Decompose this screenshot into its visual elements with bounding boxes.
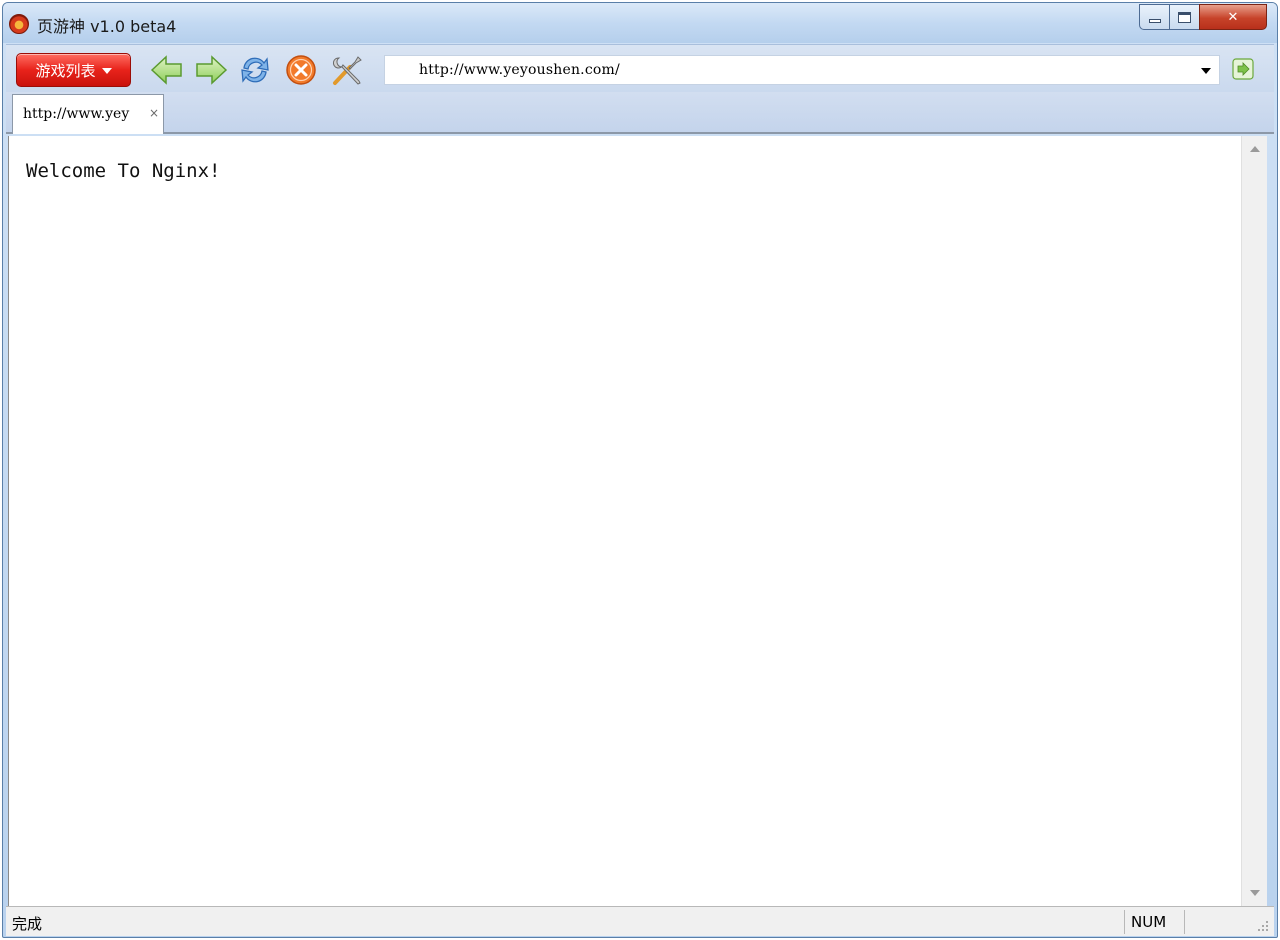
back-arrow-icon[interactable]: [150, 54, 184, 86]
vertical-scrollbar[interactable]: [1241, 136, 1267, 906]
minimize-icon: [1148, 19, 1161, 23]
tools-icon[interactable]: [330, 54, 364, 86]
scroll-up-icon[interactable]: [1250, 146, 1260, 152]
refresh-icon[interactable]: [238, 54, 272, 86]
window-controls: ✕: [1139, 4, 1267, 32]
maximize-icon: [1178, 11, 1191, 23]
resize-grip-icon[interactable]: [1256, 919, 1270, 933]
app-window: 页游神 v1.0 beta4 ✕ 游戏列表 http://www.yeyoush…: [2, 2, 1278, 938]
window-title: 页游神 v1.0 beta4: [37, 17, 177, 36]
stop-icon[interactable]: [284, 54, 318, 86]
forward-arrow-icon[interactable]: [194, 54, 228, 86]
address-bar[interactable]: http://www.yeyoushen.com/: [384, 55, 1220, 85]
title-bar[interactable]: 页游神 v1.0 beta4 ✕: [3, 3, 1277, 43]
scroll-track[interactable]: [1245, 162, 1264, 880]
toolbar: 游戏列表 http://www.yeyoushen.com/: [6, 44, 1274, 92]
close-button[interactable]: ✕: [1199, 4, 1267, 30]
status-panel-empty: [1184, 910, 1242, 934]
tab-active[interactable]: http://www.yey ×: [12, 94, 164, 134]
go-button[interactable]: [1232, 58, 1254, 80]
page-body-text: Welcome To Nginx!: [26, 160, 221, 182]
page-content[interactable]: Welcome To Nginx!: [8, 136, 1241, 906]
scroll-down-icon[interactable]: [1250, 890, 1260, 896]
tab-label: http://www.yey: [23, 106, 130, 122]
address-dropdown-icon[interactable]: [1201, 68, 1211, 74]
app-logo-icon: [9, 14, 29, 34]
tab-close-icon[interactable]: ×: [149, 106, 159, 120]
game-list-label: 游戏列表: [35, 61, 96, 80]
tab-strip: http://www.yey ×: [6, 92, 1274, 134]
chevron-down-icon: [101, 68, 112, 74]
minimize-button[interactable]: [1139, 4, 1169, 30]
num-lock-indicator: NUM: [1124, 910, 1184, 934]
status-bar: 完成 NUM: [6, 906, 1274, 936]
close-icon: ✕: [1227, 9, 1239, 25]
game-list-button[interactable]: 游戏列表: [16, 53, 131, 87]
address-input[interactable]: http://www.yeyoushen.com/: [419, 62, 620, 78]
status-text: 完成: [12, 915, 43, 933]
maximize-button[interactable]: [1169, 4, 1199, 30]
